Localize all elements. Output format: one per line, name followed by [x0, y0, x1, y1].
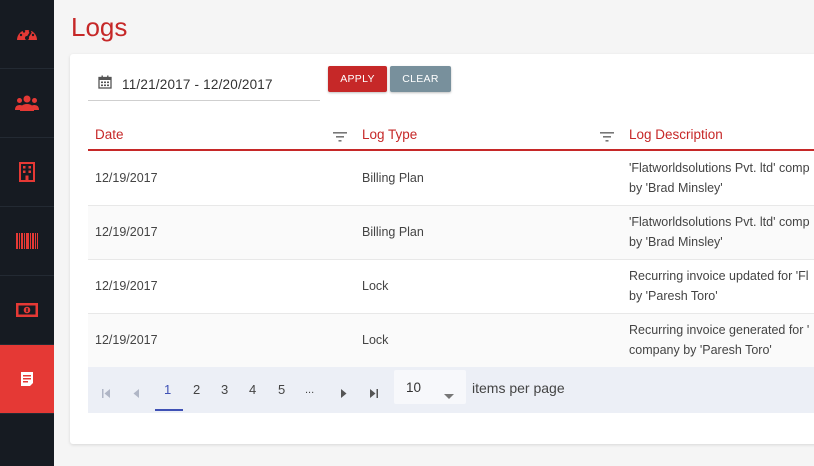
table-row[interactable]: 12/19/2017 Billing Plan 'Flatworldsoluti…: [88, 152, 814, 206]
last-page-icon[interactable]: [369, 385, 378, 403]
calendar-icon: [98, 75, 112, 94]
sidebar-item-billing[interactable]: [0, 276, 54, 345]
money-icon: [16, 303, 38, 317]
more-pages-link[interactable]: ...: [305, 384, 314, 396]
sidebar-item-companies[interactable]: [0, 138, 54, 207]
column-header-log-type[interactable]: Log Type: [362, 127, 417, 142]
clear-button[interactable]: CLEAR: [390, 66, 451, 92]
apply-button[interactable]: APPLY: [328, 66, 387, 92]
pager: 1 2 3 4 5 ... 10 items per page: [88, 367, 814, 413]
sidebar: [0, 0, 54, 466]
page-4-link[interactable]: 4: [249, 382, 256, 397]
page-5-link[interactable]: 5: [278, 382, 285, 397]
column-header-log-description[interactable]: Log Description: [629, 127, 723, 142]
cell-log-description-cont: by 'Paresh Toro': [629, 289, 718, 303]
barcode-icon: [16, 233, 38, 249]
previous-page-icon[interactable]: [133, 385, 140, 403]
cell-log-description: 'Flatworldsolutions Pvt. ltd' comp: [629, 161, 810, 175]
table-header: Date Log Type Log Description: [88, 120, 814, 151]
cell-log-description: Recurring invoice updated for 'Fl: [629, 269, 809, 283]
items-per-page-label: items per page: [472, 380, 565, 396]
cell-log-description-cont: by 'Brad Minsley': [629, 181, 723, 195]
items-per-page-value: 10: [406, 380, 422, 395]
logs-icon: [20, 371, 34, 387]
sidebar-item-users[interactable]: [0, 69, 54, 138]
cell-log-description: 'Flatworldsolutions Pvt. ltd' comp: [629, 215, 810, 229]
sidebar-item-logs[interactable]: [0, 345, 54, 414]
sidebar-item-products[interactable]: [0, 207, 54, 276]
table-row[interactable]: 12/19/2017 Billing Plan 'Flatworldsoluti…: [88, 206, 814, 260]
cell-date: 12/19/2017: [95, 171, 158, 185]
cell-log-type: Billing Plan: [362, 225, 424, 239]
cell-log-type: Lock: [362, 333, 389, 347]
cell-log-description-cont: by 'Brad Minsley': [629, 235, 723, 249]
users-icon: [15, 94, 39, 112]
cell-date: 12/19/2017: [95, 225, 158, 239]
main-content: Logs 11/21/2017 - 12/20/2017 APPLY CLEAR…: [54, 0, 814, 466]
logs-card: 11/21/2017 - 12/20/2017 APPLY CLEAR Date…: [70, 54, 814, 444]
cell-date: 12/19/2017: [95, 279, 158, 293]
dashboard-icon: [16, 26, 38, 42]
page-3-link[interactable]: 3: [221, 382, 228, 397]
active-page-indicator: [155, 409, 183, 411]
table-row[interactable]: 12/19/2017 Lock Recurring invoice genera…: [88, 314, 814, 368]
caret-down-icon: [444, 386, 454, 404]
page-1-link[interactable]: 1: [164, 382, 171, 397]
column-header-date[interactable]: Date: [95, 127, 124, 142]
filter-icon[interactable]: [333, 129, 347, 147]
date-range-input[interactable]: 11/21/2017 - 12/20/2017: [88, 68, 320, 101]
cell-date: 12/19/2017: [95, 333, 158, 347]
cell-log-type: Billing Plan: [362, 171, 424, 185]
cell-log-description-cont: company by 'Paresh Toro': [629, 343, 772, 357]
date-range-value: 11/21/2017 - 12/20/2017: [122, 76, 273, 92]
table-row[interactable]: 12/19/2017 Lock Recurring invoice update…: [88, 260, 814, 314]
cell-log-type: Lock: [362, 279, 389, 293]
page-2-link[interactable]: 2: [193, 382, 200, 397]
page-title: Logs: [71, 12, 128, 42]
first-page-icon[interactable]: [102, 385, 111, 403]
cell-log-description: Recurring invoice generated for ': [629, 323, 810, 337]
items-per-page-select[interactable]: 10: [394, 370, 466, 404]
filter-icon[interactable]: [600, 129, 614, 147]
sidebar-item-dashboard[interactable]: [0, 0, 54, 69]
next-page-icon[interactable]: [340, 385, 347, 403]
building-icon: [19, 162, 35, 182]
